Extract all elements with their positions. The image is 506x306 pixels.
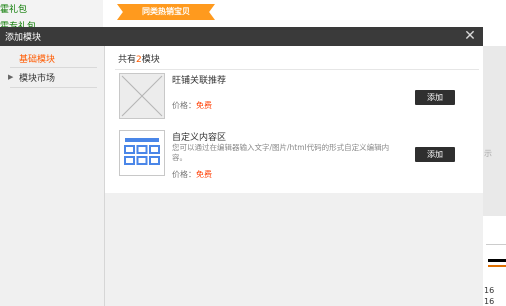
sidebar-item-label: 基础模块 [19,55,56,65]
dialog-sidebar: 基础模块 ▶ 模块市场 [0,46,105,306]
sidebar-item-label: 模块市场 [19,74,56,84]
add-module-dialog: 添加模块 ✕ 基础模块 ▶ 模块市场 共有2模块 旺铺关联推荐 价格：免费 添加 [0,27,483,306]
module-description: 您可以通过在编辑器输入文字/图片/html代码的形式自定义编辑内容。 [172,143,390,162]
module-item: 自定义内容区 您可以通过在编辑器输入文字/图片/html代码的形式自定义编辑内容… [119,130,479,179]
background-number: 16 [484,286,495,295]
background-number: 16 [484,297,495,306]
module-count-header: 共有2模块 [118,55,160,65]
module-price: 价格：免费 [172,101,212,110]
price-free: 免费 [196,101,212,110]
add-module-button[interactable]: 添加 [415,90,455,105]
grid-layout-icon [119,130,165,176]
module-name: 旺铺关联推荐 [172,76,227,86]
background-divider [486,244,506,245]
header-divider [115,69,479,70]
dialog-title: 添加模块 [5,33,42,43]
module-name: 自定义内容区 [172,133,227,143]
placeholder-image-icon [119,73,165,119]
module-price: 价格：免费 [172,170,212,179]
dialog-header: 添加模块 ✕ [0,27,483,46]
background-tab[interactable]: 同类热销宝贝 [117,4,215,20]
background-stripe [488,265,506,267]
background-link[interactable]: 霍礼包 [0,2,27,15]
sidebar-item-module-market[interactable]: ▶ 模块市场 [0,68,104,88]
module-item: 旺铺关联推荐 价格：免费 添加 [119,73,479,121]
add-module-button[interactable]: 添加 [415,147,455,162]
module-list-panel: 共有2模块 旺铺关联推荐 价格：免费 添加 自定义内容区 您可以通过在编辑器输入… [105,46,483,193]
triangle-right-icon: ▶ [8,73,14,81]
sidebar-item-basic-modules[interactable]: 基础模块 [0,48,104,68]
sidebar-divider [10,87,97,88]
price-free: 免费 [196,170,212,179]
background-text: 示 [484,149,492,158]
close-icon[interactable]: ✕ [463,28,477,44]
background-bar [488,259,506,262]
